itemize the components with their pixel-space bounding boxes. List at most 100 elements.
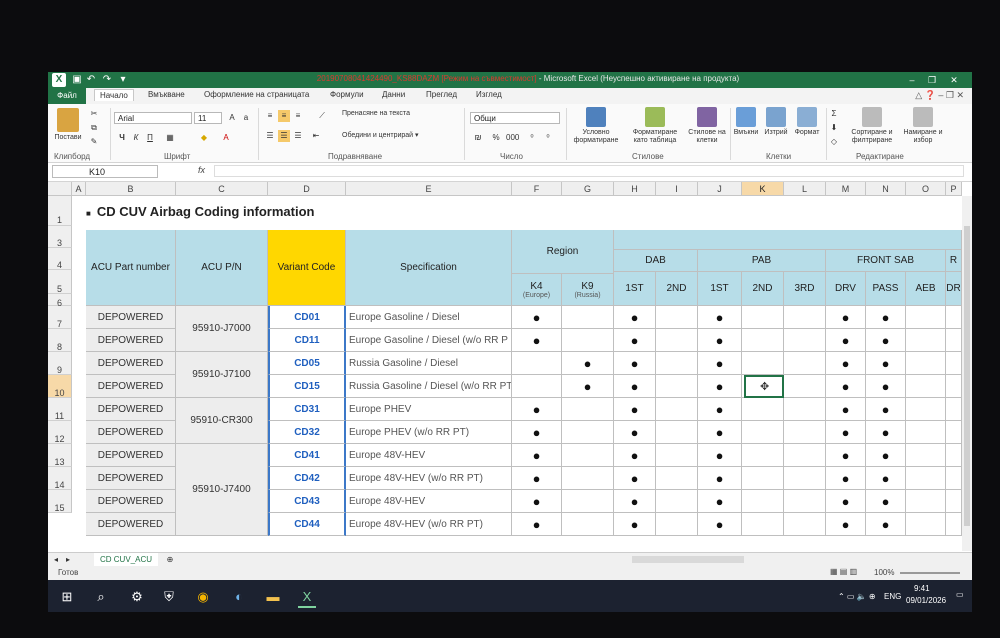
column-header-p[interactable]: P [946,182,962,196]
indent-icon[interactable]: ⇤ [310,130,322,142]
number-format-select[interactable]: Общи [470,112,560,124]
flag-cell-l[interactable] [784,467,826,490]
sort-filter-button[interactable]: Сортиране и филтриране [846,107,898,145]
flag-cell-o[interactable] [906,306,946,329]
font-name-select[interactable]: Arial [114,112,192,124]
align-middle-icon[interactable]: ≡ [278,110,290,122]
specification-cell[interactable]: Russia Gasoline / Diesel [346,352,512,375]
header-dab-1st[interactable]: 1ST [614,272,656,306]
tab-view[interactable]: Изглед [476,90,502,99]
flag-cell-p[interactable] [946,352,962,375]
column-header-j[interactable]: J [698,182,742,196]
flag-cell-f[interactable]: ● [512,467,562,490]
flag-cell-j[interactable]: ● [698,421,742,444]
increase-decimal-icon[interactable]: ⁰ [526,132,538,144]
flag-cell-j[interactable]: ● [698,306,742,329]
acu-part-cell[interactable]: DEPOWERED [86,398,176,421]
header-variant-code[interactable]: Variant Code [268,230,346,306]
edge-icon[interactable]: ◐ [230,588,248,606]
flag-cell-h[interactable]: ● [614,490,656,513]
header-pab-3rd[interactable]: 3RD [784,272,826,306]
specification-cell[interactable]: Europe 48V-HEV (w/o RR PT) [346,467,512,490]
flag-cell-g[interactable]: ● [562,375,614,398]
row-header-9[interactable]: 9 [48,352,72,375]
flag-cell-p[interactable] [946,444,962,467]
row-header-7[interactable]: 7 [48,306,72,329]
insert-cells-button[interactable]: Вмъкни [732,107,760,137]
flag-cell-k[interactable] [742,421,784,444]
flag-cell-i[interactable] [656,306,698,329]
flag-cell-p[interactable] [946,513,962,536]
acu-part-cell[interactable]: DEPOWERED [86,329,176,352]
orientation-icon[interactable]: ⟋ [316,110,328,122]
formula-input[interactable] [214,165,964,177]
flag-cell-o[interactable] [906,513,946,536]
currency-icon[interactable]: ₪ [472,132,484,144]
bold-icon[interactable]: Ч [116,132,128,144]
flag-cell-n[interactable]: ● [866,375,906,398]
cut-icon[interactable]: ✂ [88,108,100,120]
flag-cell-l[interactable] [784,444,826,467]
autosum-icon[interactable]: Σ [828,108,840,120]
flag-cell-h[interactable]: ● [614,467,656,490]
header-acu-pn[interactable]: ACU P/N [176,230,268,306]
header-pab-2nd[interactable]: 2ND [742,272,784,306]
flag-cell-k[interactable] [742,352,784,375]
flag-cell-g[interactable] [562,306,614,329]
column-header-f[interactable]: F [512,182,562,196]
variant-code-cell[interactable]: CD32 [268,421,346,444]
variant-code-cell[interactable]: CD05 [268,352,346,375]
horizontal-scrollbar[interactable] [632,556,744,563]
zoom-slider[interactable] [900,572,960,574]
align-top-icon[interactable]: ≡ [264,110,276,122]
flag-cell-p[interactable] [946,329,962,352]
row-header-4[interactable]: 4 [48,248,72,270]
flag-cell-p[interactable] [946,467,962,490]
merge-center-button[interactable]: Обедини и центрирай ▾ [342,132,468,140]
flag-cell-n[interactable]: ● [866,329,906,352]
header-acu-part-number[interactable]: ACU Part number [86,230,176,306]
flag-cell-h[interactable]: ● [614,306,656,329]
specification-cell[interactable]: Russia Gasoline / Diesel (w/o RR PT) [346,375,512,398]
flag-cell-l[interactable] [784,306,826,329]
flag-cell-i[interactable] [656,444,698,467]
row-header-13[interactable]: 13 [48,444,72,467]
zoom-level[interactable]: 100% [874,568,894,577]
flag-cell-j[interactable]: ● [698,398,742,421]
column-header-k[interactable]: K [742,182,784,196]
flag-cell-m[interactable]: ● [826,490,866,513]
flag-cell-f[interactable]: ● [512,421,562,444]
flag-cell-j[interactable]: ● [698,513,742,536]
align-center-icon[interactable]: ☰ [278,130,290,142]
sheet-nav-left-icon[interactable]: ◂ [50,554,62,566]
flag-cell-p[interactable] [946,490,962,513]
tab-insert[interactable]: Вмъкване [148,90,185,99]
flag-cell-j[interactable]: ● [698,375,742,398]
flag-cell-j[interactable]: ● [698,467,742,490]
flag-cell-g[interactable] [562,513,614,536]
acu-part-cell[interactable]: DEPOWERED [86,306,176,329]
fill-icon[interactable]: ⬇ [828,122,840,134]
flag-cell-k[interactable] [742,306,784,329]
flag-cell-l[interactable] [784,421,826,444]
flag-cell-k[interactable] [742,513,784,536]
acu-pn-cell[interactable]: 95910-J7100 [176,352,268,398]
percent-icon[interactable]: % [490,132,502,144]
flag-cell-g[interactable] [562,329,614,352]
variant-code-cell[interactable]: CD42 [268,467,346,490]
row-header-6[interactable]: 6 [48,294,72,308]
save-icon[interactable]: ▣ [70,74,84,86]
acu-pn-cell[interactable]: 95910-CR300 [176,398,268,444]
acu-part-cell[interactable]: DEPOWERED [86,513,176,536]
flag-cell-o[interactable] [906,329,946,352]
flag-cell-m[interactable]: ● [826,352,866,375]
column-header-i[interactable]: I [656,182,698,196]
delete-cells-button[interactable]: Изтрий [762,107,790,137]
flag-cell-l[interactable] [784,490,826,513]
flag-cell-n[interactable]: ● [866,306,906,329]
column-header-a[interactable]: A [72,182,86,196]
flag-cell-m[interactable]: ● [826,329,866,352]
italic-icon[interactable]: К [130,132,142,144]
flag-cell-i[interactable] [656,490,698,513]
flag-cell-k[interactable] [742,398,784,421]
